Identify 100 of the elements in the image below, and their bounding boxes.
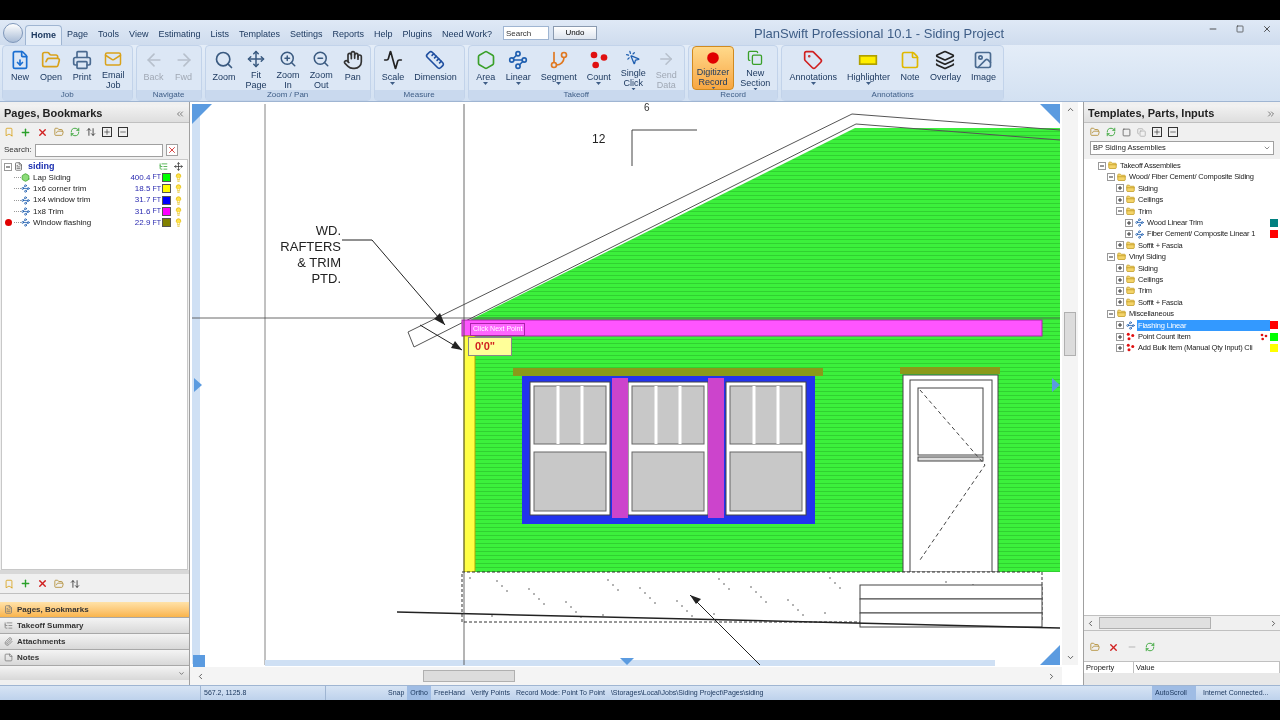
square-icon[interactable] [1122, 127, 1131, 137]
ribbon-button[interactable]: Email Job [98, 46, 129, 90]
refresh-icon[interactable] [1106, 127, 1116, 137]
folder-icon[interactable] [54, 127, 64, 137]
add-icon[interactable] [20, 126, 31, 138]
ribbon-button[interactable]: Zoom In [272, 46, 304, 90]
ribbon-button[interactable]: Image [967, 46, 1000, 90]
panel-nav-button[interactable]: Attachments [0, 634, 189, 650]
close-icon[interactable] [1262, 24, 1272, 34]
tree-toggle[interactable] [1116, 287, 1124, 295]
delete-icon[interactable] [37, 126, 48, 138]
tree-toggle[interactable] [1116, 275, 1124, 284]
ribbon-button[interactable]: Open [36, 46, 67, 90]
ribbon-tab[interactable]: Home [25, 25, 62, 45]
copy-icon[interactable] [1137, 127, 1146, 137]
refresh-icon[interactable] [1145, 642, 1155, 652]
folder-icon[interactable] [54, 578, 64, 589]
folder-icon[interactable] [1090, 642, 1100, 652]
ribbon-button[interactable]: Pan [338, 46, 367, 90]
clear-search-icon[interactable] [165, 144, 178, 156]
takeoff-item-name[interactable]: Window flashing [33, 216, 92, 229]
ribbon-button[interactable]: Zoom [208, 46, 240, 90]
scroll-right-icon[interactable] [1269, 618, 1278, 628]
scrollbar-thumb[interactable] [1064, 312, 1076, 356]
ribbon-button[interactable]: Segment [536, 46, 581, 90]
expand-all-icon[interactable] [1152, 127, 1162, 137]
move-icon[interactable] [174, 162, 183, 171]
nav-arrow-icon[interactable] [192, 104, 212, 124]
app-menu-button[interactable] [3, 23, 23, 43]
ribbon-tab[interactable]: Tools [93, 25, 125, 45]
tree-toggle[interactable] [1116, 332, 1124, 341]
ribbon-button[interactable]: Fit Page [241, 46, 271, 90]
nav-arrow-icon[interactable] [1052, 378, 1060, 392]
ribbon-button[interactable]: Zoom Out [305, 46, 337, 90]
scrollbar-thumb[interactable] [423, 670, 515, 682]
lightbulb-icon[interactable] [174, 207, 183, 217]
bookmark-icon[interactable] [4, 578, 14, 589]
takeoff-item-name[interactable]: 1x8 Trim [33, 205, 64, 218]
scrollbar-thumb[interactable] [1099, 617, 1211, 629]
ribbon-tab[interactable]: Help [369, 25, 398, 45]
nav-arrow-icon[interactable] [194, 378, 202, 392]
tree-toggle[interactable] [1107, 173, 1115, 182]
dropdown-icon[interactable] [178, 669, 185, 677]
expand-icon[interactable] [1266, 108, 1276, 119]
takeoff-item-name[interactable]: Lap Siding [33, 171, 71, 184]
tree-toggle[interactable] [1116, 343, 1124, 352]
ribbon-tab[interactable]: Templates [233, 25, 285, 45]
ribbon-button[interactable]: New [6, 46, 34, 90]
tree-toggle[interactable] [1116, 298, 1124, 307]
panel-nav-button[interactable]: Notes [0, 650, 189, 666]
ribbon-tab[interactable]: Plugins [397, 25, 438, 45]
ribbon-button[interactable]: Linear [501, 46, 535, 90]
summary-icon[interactable] [159, 162, 168, 171]
lightbulb-icon[interactable] [174, 218, 183, 228]
lightbulb-icon[interactable] [174, 184, 183, 194]
nav-arrow-icon[interactable] [1040, 104, 1060, 124]
tree-toggle[interactable] [1107, 252, 1115, 261]
ribbon-tab[interactable]: Need Work? [437, 25, 497, 45]
pages-search-field[interactable] [34, 143, 163, 157]
scroll-right-icon[interactable] [1047, 671, 1056, 681]
restore-icon[interactable] [1236, 25, 1244, 33]
ribbon-button[interactable]: Overlay [925, 46, 965, 90]
bookmark-icon[interactable] [4, 127, 14, 137]
ribbon-tab[interactable]: Page [62, 25, 94, 45]
tree-toggle[interactable] [1116, 321, 1124, 330]
takeoff-item-name[interactable]: 1x4 window trim [33, 194, 91, 207]
tree-toggle[interactable] [1116, 184, 1124, 193]
ribbon-button[interactable]: Print [68, 46, 97, 90]
nav-arrow-icon[interactable] [620, 658, 634, 665]
ribbon-button[interactable]: Dimension [410, 46, 461, 90]
tree-toggle[interactable] [4, 162, 12, 171]
collapse-icon[interactable] [175, 108, 185, 119]
ribbon-button[interactable]: Digitizer Record [691, 46, 735, 90]
ribbon-button[interactable]: Area [471, 46, 500, 90]
tree-toggle[interactable] [1098, 161, 1106, 170]
scroll-left-icon[interactable] [1086, 618, 1095, 628]
panel-nav-button[interactable]: Pages, Bookmarks [0, 602, 189, 618]
expand-all-icon[interactable] [102, 127, 112, 137]
tree-toggle[interactable] [1116, 241, 1124, 250]
scroll-left-icon[interactable] [196, 671, 205, 681]
ribbon-tab[interactable]: Lists [205, 25, 234, 45]
tree-toggle[interactable] [1125, 230, 1133, 239]
lightbulb-icon[interactable] [174, 195, 183, 205]
refresh-icon[interactable] [70, 127, 80, 137]
ribbon-button[interactable]: Count [582, 46, 615, 90]
ribbon-tab[interactable]: Estimating [153, 25, 206, 45]
page-name[interactable]: siding [28, 159, 55, 174]
tree-toggle[interactable] [1116, 264, 1124, 273]
delete-icon[interactable] [37, 578, 48, 589]
ribbon-button[interactable]: Note [895, 46, 924, 90]
ribbon-button[interactable]: Scale [377, 46, 409, 90]
undo-button[interactable]: Undo [552, 26, 597, 40]
ribbon-button[interactable]: Annotations [785, 46, 841, 90]
takeoff-item-name[interactable]: 1x6 corner trim [33, 182, 87, 195]
sort-icon[interactable] [70, 578, 80, 589]
ribbon-button[interactable]: New Section [736, 46, 775, 90]
add-icon[interactable] [20, 578, 31, 589]
collapse-all-icon[interactable] [118, 127, 128, 137]
tree-toggle[interactable] [1107, 309, 1115, 318]
ribbon-tab[interactable]: View [124, 25, 154, 45]
